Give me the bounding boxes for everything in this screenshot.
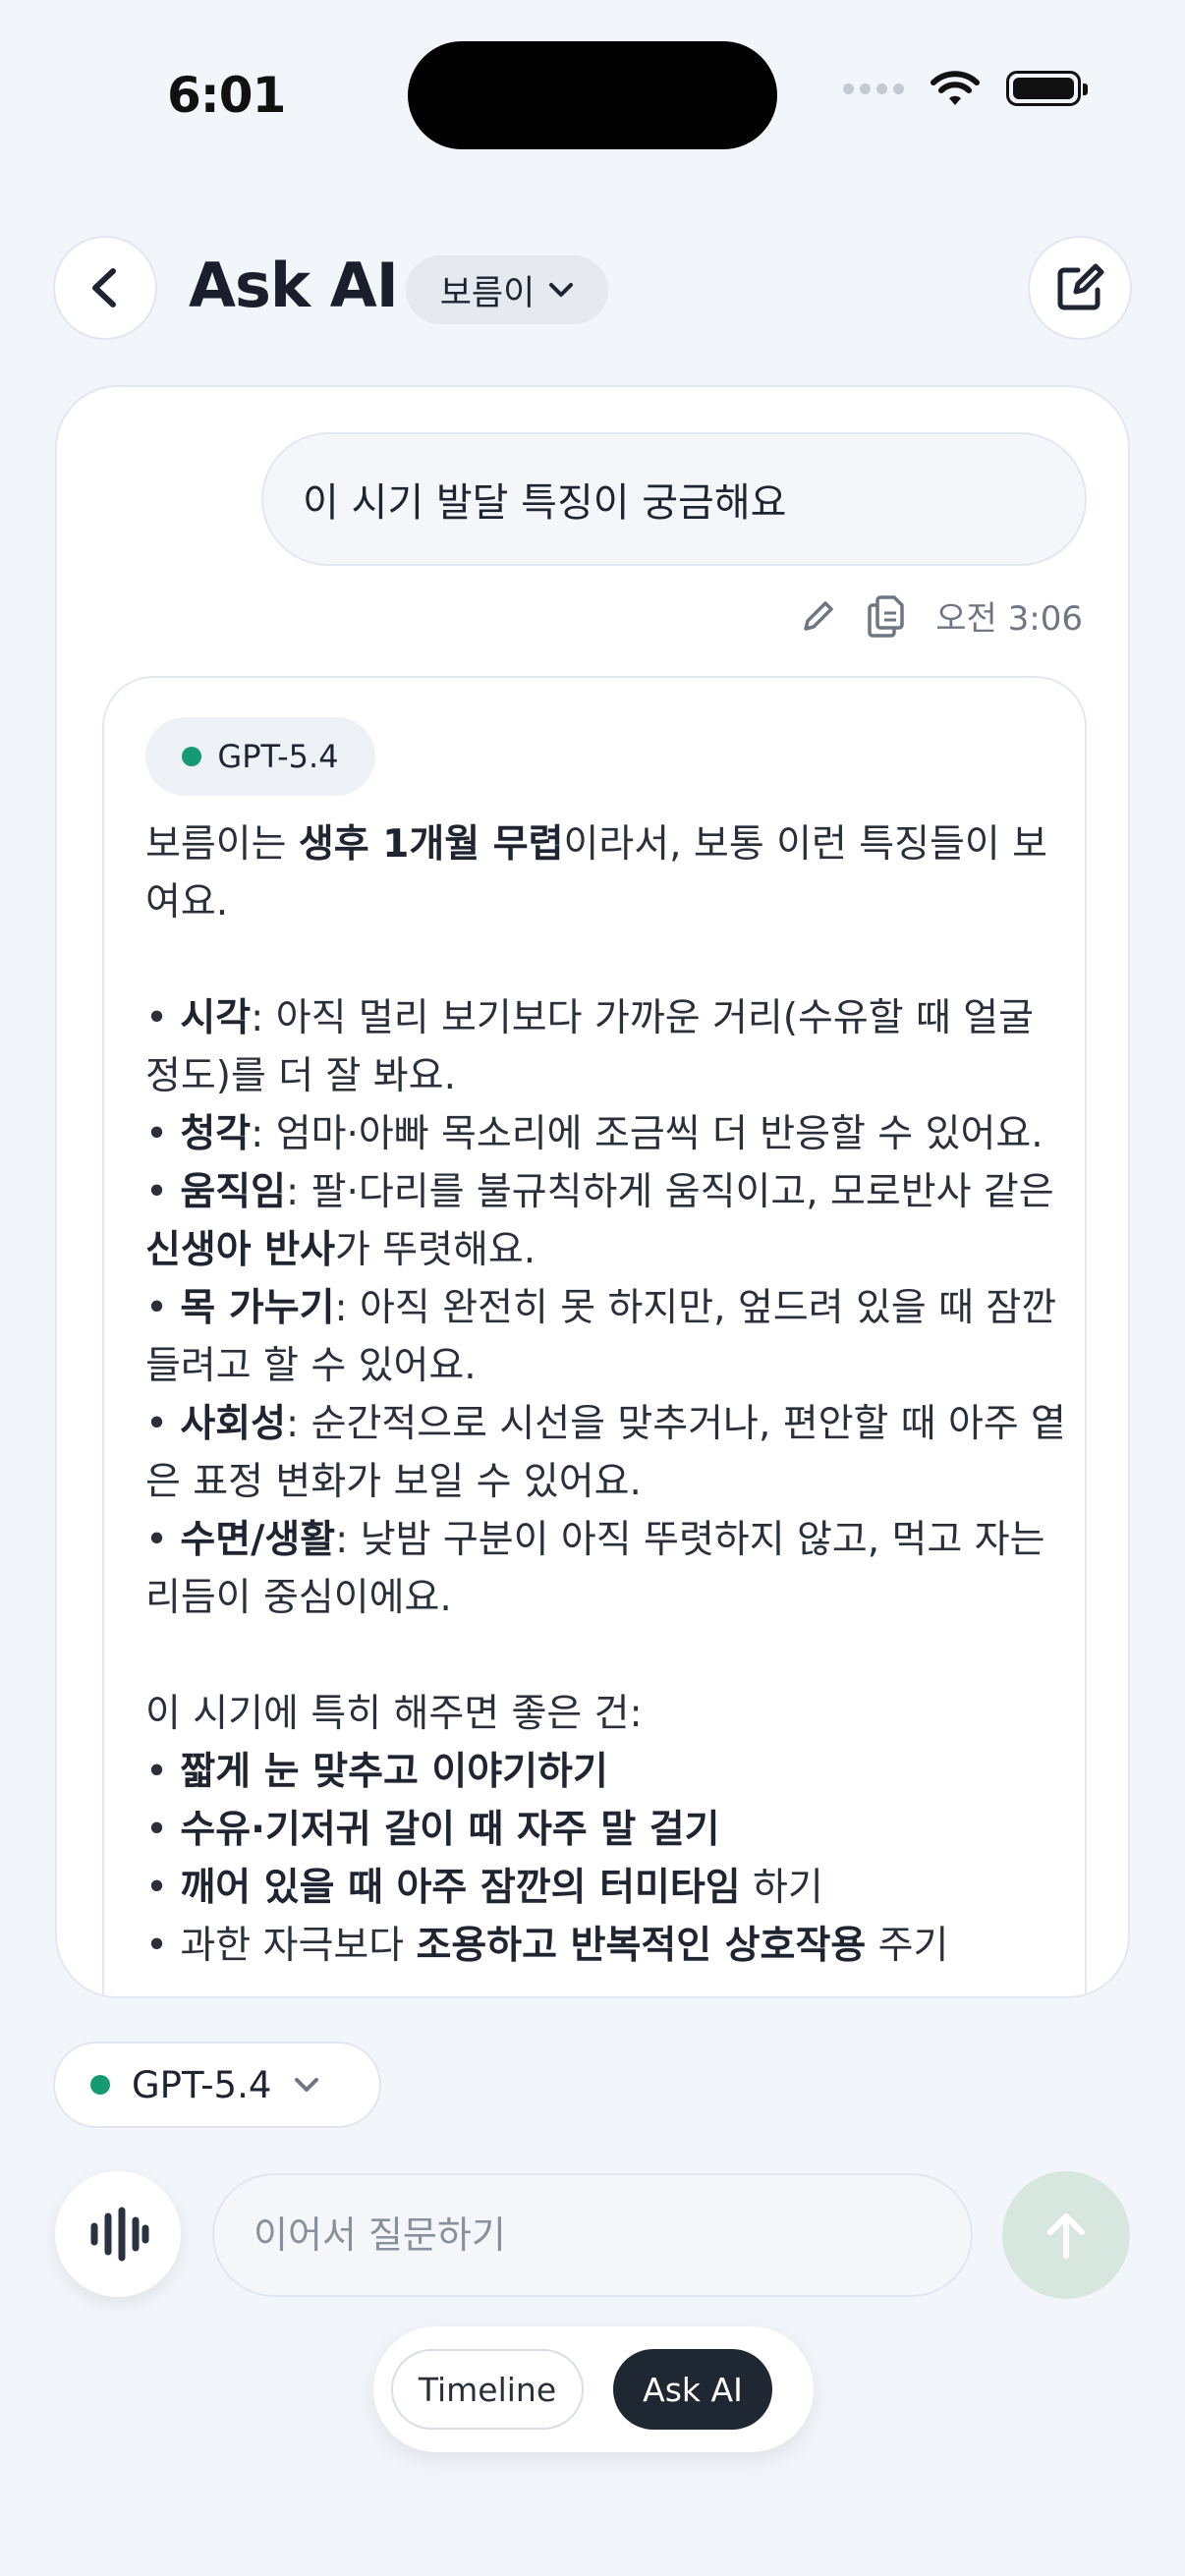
tip-item: • 깨어 있을 때 아주 잠깐의 터미타임 하기 xyxy=(145,1866,823,1910)
model-status-dot xyxy=(182,747,202,766)
tip-item: • 과한 자극보다 조용하고 반복적인 상호작용 주기 xyxy=(145,1924,949,1968)
copy-icon[interactable] xyxy=(867,593,906,639)
tip-bold: 수유·기저귀 갈이 때 자주 말 걸기 xyxy=(180,1808,720,1852)
tips-heading: 이 시기에 특히 해주면 좋은 건: xyxy=(145,1692,643,1736)
user-message-bubble: 이 시기 발달 특징이 궁금해요 xyxy=(261,432,1087,566)
voice-input-button[interactable] xyxy=(55,2171,181,2297)
tip-item: • 짧게 눈 맞추고 이야기하기 xyxy=(145,1750,608,1794)
tab-ask-ai[interactable]: Ask AI xyxy=(613,2349,772,2430)
tip-item: • 수유·기저귀 갈이 때 자주 말 걸기 xyxy=(145,1808,720,1852)
ai-response-card: GPT-5.4 보름이는 생후 1개월 무렵이라서, 보통 이런 특징들이 보여… xyxy=(102,676,1087,1996)
battery-icon xyxy=(1006,71,1088,106)
item-title: 움직임 xyxy=(180,1170,287,1214)
list-item: • 청각: 엄마·아빠 목소리에 조금씩 더 반응할 수 있어요. xyxy=(145,1112,1044,1156)
tip-suffix: 주기 xyxy=(866,1924,949,1968)
tab-timeline[interactable]: Timeline xyxy=(391,2349,584,2430)
tip-suffix: 하기 xyxy=(740,1866,823,1910)
ai-model-badge: GPT-5.4 xyxy=(145,717,375,796)
item-title: 청각 xyxy=(180,1112,252,1156)
list-item: • 시각: 아직 멀리 보기보다 가까운 거리(수유할 때 얼굴 정도)를 더 … xyxy=(145,996,1035,1098)
chevron-down-icon xyxy=(549,283,574,297)
chevron-left-icon xyxy=(92,268,116,308)
voice-waveform-icon xyxy=(90,2207,149,2262)
status-icons xyxy=(843,69,1088,108)
child-selector[interactable]: 보름이 xyxy=(406,255,608,324)
chevron-down-icon xyxy=(295,2078,319,2092)
list-item: • 목 가누기: 아직 완전히 못 하지만, 엎드려 있을 때 잠깐 들려고 할… xyxy=(145,1286,1057,1388)
item-title: 시각 xyxy=(180,996,252,1040)
arrow-up-icon xyxy=(1047,2213,1085,2259)
item-title: 사회성 xyxy=(180,1402,287,1446)
message-time: 오전 3:06 xyxy=(935,599,1083,639)
list-item: • 수면/생활: 낮밤 구분이 아직 뚜렷하지 않고, 먹고 자는 리듬이 중심… xyxy=(145,1518,1045,1620)
wifi-icon xyxy=(931,71,980,105)
ai-model-name: GPT-5.4 xyxy=(217,738,339,775)
chat-panel[interactable]: 이 시기 발달 특징이 궁금해요 오전 3:06 GPT-5.4 보름이는 생후… xyxy=(55,385,1130,1998)
tip-prefix: 과한 자극보다 xyxy=(180,1924,417,1968)
new-chat-button[interactable] xyxy=(1028,236,1132,340)
intro-prefix: 보름이는 xyxy=(145,822,299,867)
model-picker[interactable]: GPT-5.4 xyxy=(53,2042,381,2128)
list-item: • 움직임: 팔·다리를 불규칙하게 움직이고, 모로반사 같은 신생아 반사가… xyxy=(145,1170,1054,1272)
dynamic-island xyxy=(408,41,777,149)
ask-input[interactable] xyxy=(212,2173,973,2297)
bottom-tab-switch: Timeline Ask AI xyxy=(373,2326,814,2452)
model-status-dot xyxy=(90,2075,110,2095)
item-title: 목 가누기 xyxy=(180,1286,335,1330)
intro-bold: 생후 1개월 무렵 xyxy=(298,822,564,867)
item-text: : 엄마·아빠 목소리에 조금씩 더 반응할 수 있어요. xyxy=(251,1112,1044,1156)
ai-response-text: 보름이는 생후 1개월 무렵이라서, 보통 이런 특징들이 보여요. • 시각:… xyxy=(145,815,1069,1975)
status-time: 6:01 xyxy=(167,67,286,124)
back-button[interactable] xyxy=(53,236,157,340)
item-title: 수면/생활 xyxy=(180,1518,336,1562)
item-text: 가 뚜렷해요. xyxy=(334,1228,536,1272)
ai-intro: 보름이는 생후 1개월 무렵이라서, 보통 이런 특징들이 보여요. xyxy=(145,815,1069,931)
item-text: : 팔·다리를 불규칙하게 움직이고, 모로반사 같은 xyxy=(286,1170,1054,1214)
child-name: 보름이 xyxy=(439,273,536,313)
tip-bold: 짧게 눈 맞추고 이야기하기 xyxy=(180,1750,608,1794)
compose-icon xyxy=(1057,263,1104,310)
message-meta: 오전 3:06 xyxy=(800,591,1083,640)
user-message-text: 이 시기 발달 특징이 궁금해요 xyxy=(303,480,787,526)
list-item: • 사회성: 순간적으로 시선을 맞추거나, 편안할 때 아주 옅은 표정 변화… xyxy=(145,1402,1067,1504)
item-text: : 아직 멀리 보기보다 가까운 거리(수유할 때 얼굴 정도)를 더 잘 봐요… xyxy=(145,996,1035,1098)
tip-bold: 깨어 있을 때 아주 잠깐의 터미타임 xyxy=(180,1866,741,1910)
send-button[interactable] xyxy=(1002,2171,1130,2299)
edit-pencil-icon[interactable] xyxy=(800,597,837,635)
item-bold: 신생아 반사 xyxy=(145,1228,335,1272)
tip-bold: 조용하고 반복적인 상호작용 xyxy=(416,1924,867,1968)
page-title: Ask AI xyxy=(189,250,399,321)
model-picker-label: GPT-5.4 xyxy=(132,2063,272,2106)
signal-icon xyxy=(843,83,904,94)
